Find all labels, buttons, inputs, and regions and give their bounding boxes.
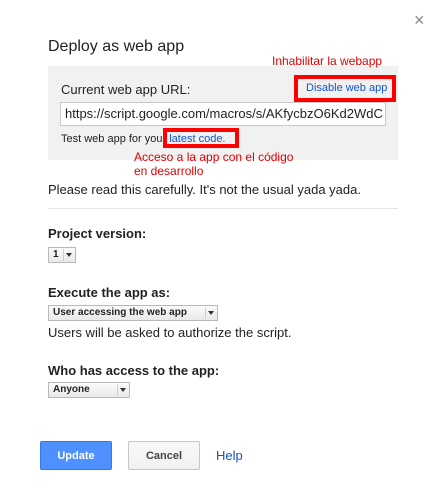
- annotation-disable: Inhabilitar la webapp: [272, 54, 383, 68]
- execute-as-value: User accessing the web app: [53, 307, 187, 318]
- help-link[interactable]: Help: [216, 448, 243, 463]
- cancel-button[interactable]: Cancel: [128, 441, 200, 470]
- chevron-down-icon: [63, 249, 74, 261]
- web-app-url-field[interactable]: https://script.google.com/macros/s/AKfyc…: [60, 102, 386, 126]
- notice-text: Please read this carefully. It's not the…: [48, 182, 361, 197]
- execute-as-select[interactable]: User accessing the web app: [48, 305, 218, 321]
- execute-as-label: Execute the app as:: [48, 285, 171, 300]
- close-icon[interactable]: ×: [414, 10, 425, 30]
- test-prefix-text: Test web app for your: [61, 133, 170, 145]
- project-version-value: 1: [53, 249, 59, 260]
- update-button[interactable]: Update: [40, 441, 112, 470]
- highlight-box-latest-code: [163, 128, 239, 148]
- access-value: Anyone: [53, 384, 90, 395]
- chevron-down-icon: [205, 307, 216, 319]
- project-version-select[interactable]: 1: [48, 247, 76, 263]
- access-select[interactable]: Anyone: [48, 382, 130, 398]
- project-version-label: Project version:: [48, 226, 147, 241]
- authorize-help-text: Users will be asked to authorize the scr…: [48, 325, 292, 340]
- annotation-latest-code: Acceso a la app con el código en desarro…: [134, 150, 294, 178]
- url-label: Current web app URL:: [61, 82, 191, 97]
- divider: [48, 208, 398, 209]
- chevron-down-icon: [117, 384, 128, 396]
- highlight-box-disable: [294, 75, 396, 102]
- dialog-title: Deploy as web app: [48, 38, 185, 55]
- access-label: Who has access to the app:: [48, 363, 220, 378]
